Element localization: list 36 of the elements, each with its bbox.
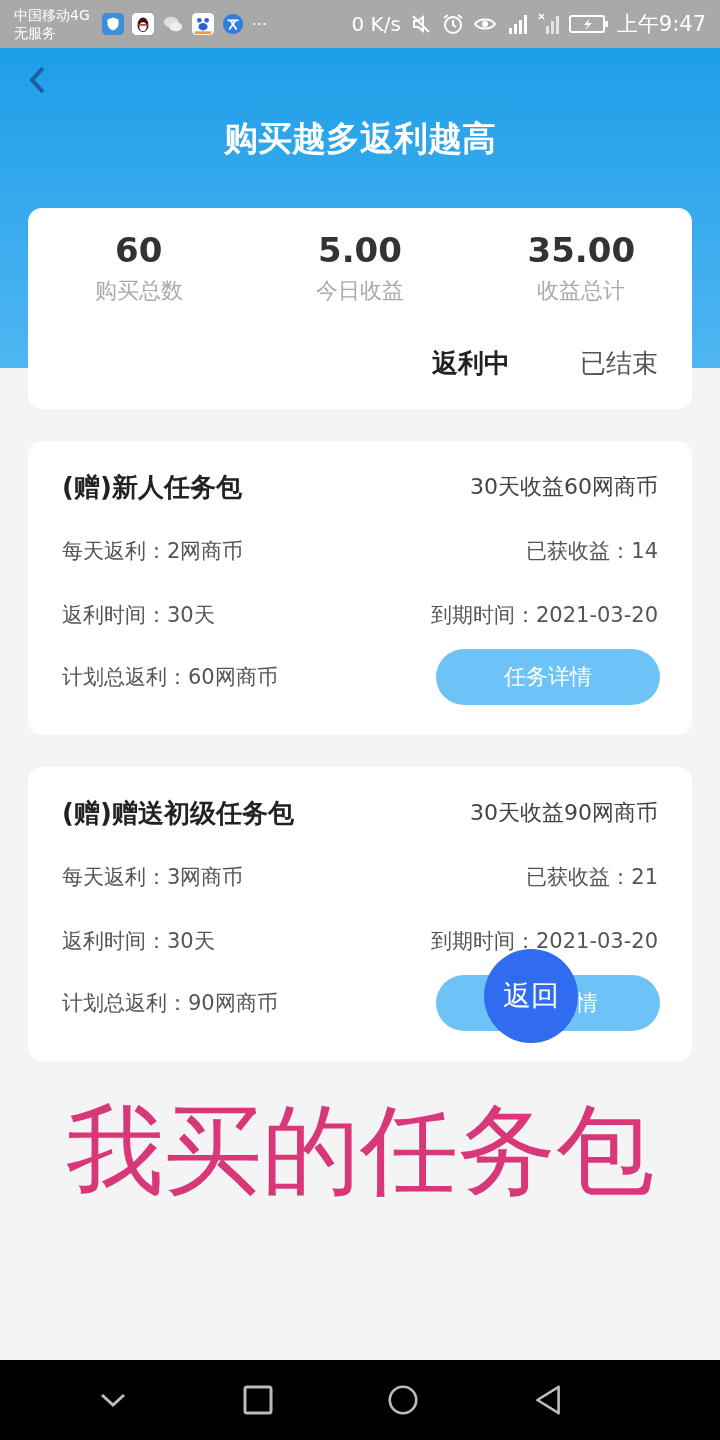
annotation-text: 我买的任务包 <box>65 1092 655 1209</box>
page-title: 购买越多返利越高 <box>224 117 496 160</box>
no-signal-icon <box>536 12 561 36</box>
more-notifications: ··· <box>251 14 268 34</box>
package-name: (赠)赠送初级任务包 <box>62 796 294 830</box>
package-summary: 30天收益60网商币 <box>470 473 658 501</box>
planned-total: 计划总返利：60网商币 <box>62 664 278 691</box>
carrier-name: 中国移动4G <box>14 6 90 24</box>
home-icon[interactable] <box>387 1385 418 1415</box>
earned-amount: 已获收益：14 <box>526 538 658 565</box>
package-name: (赠)新人任务包 <box>62 470 242 504</box>
package-summary: 30天收益90网商币 <box>470 799 658 827</box>
status-tab[interactable]: 返利中 <box>432 346 510 381</box>
stat-label: 收益总计 <box>537 277 626 305</box>
paw-icon <box>191 13 214 35</box>
shield-icon <box>101 13 124 35</box>
planned-total: 计划总返利：90网商币 <box>62 990 278 1017</box>
rebate-duration: 返利时间：30天 <box>62 602 215 629</box>
stat-value: 35.00 <box>527 230 636 270</box>
battery-icon <box>568 14 609 34</box>
square-icon[interactable] <box>242 1385 273 1415</box>
stat-label: 今日收益 <box>316 277 404 305</box>
daily-rebate: 每天返利：2网商币 <box>62 538 244 565</box>
status-tab[interactable]: 已结束 <box>580 346 658 381</box>
stat-value: 60 <box>115 230 163 270</box>
network-speed: 0 K/s <box>351 12 401 36</box>
stat-value: 5.00 <box>318 230 402 270</box>
translate-icon <box>221 13 244 35</box>
penguin-icon <box>131 13 154 35</box>
earned-amount: 已获收益：21 <box>526 864 658 891</box>
rebate-duration: 返利时间：30天 <box>62 928 215 955</box>
service-status: 无服务 <box>14 24 57 42</box>
stat-label: 购买总数 <box>94 277 183 305</box>
daily-rebate: 每天返利：3网商币 <box>62 864 244 891</box>
clock-time: 上午9:47 <box>616 11 706 38</box>
expiry-date: 到期时间：2021-03-20 <box>430 602 658 629</box>
